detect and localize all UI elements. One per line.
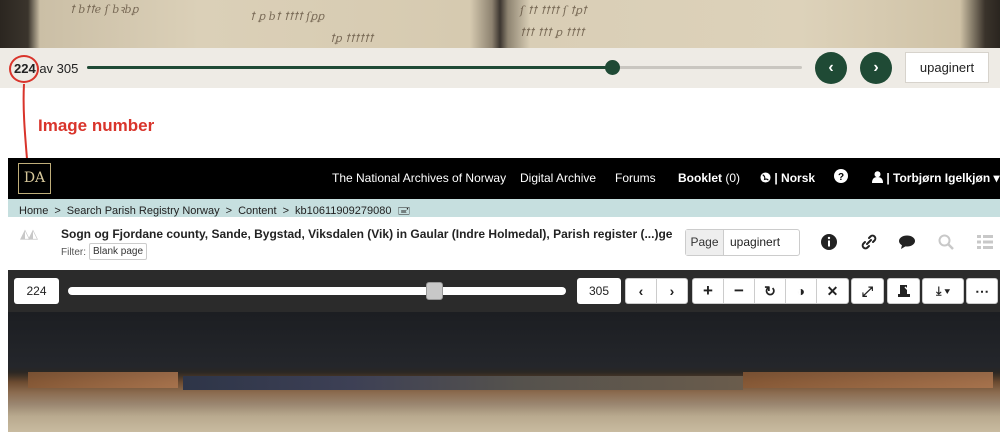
image-total-field: 305 bbox=[577, 278, 621, 304]
booklet-label: Booklet bbox=[678, 171, 723, 185]
info-icon[interactable] bbox=[820, 233, 838, 251]
stamp-button[interactable] bbox=[887, 278, 920, 304]
booklet-count: (0) bbox=[725, 171, 741, 185]
top-navigation: DA The National Archives of Norway Digit… bbox=[8, 158, 1000, 199]
help-icon[interactable]: ? bbox=[834, 169, 848, 186]
da-logo[interactable]: DA bbox=[18, 163, 51, 194]
breadcrumb-content[interactable]: Content bbox=[238, 205, 277, 217]
zoom-out-button[interactable]: − bbox=[723, 278, 755, 304]
stamp-icon bbox=[897, 285, 910, 297]
comment-icon[interactable] bbox=[898, 233, 916, 251]
page-field-value[interactable]: upaginert bbox=[730, 230, 780, 255]
page-field-label: Page bbox=[686, 230, 724, 255]
screenshot-canvas: ꝉ bꝉꝉe ſ bꝛbꝑ ꝉ ꝑ bꝉ ꝉꝉꝉꝉ ſꝑꝑ ꝉꝑ ꝉꝉꝉꝉꝉꝉ … bbox=[0, 0, 1000, 432]
rotate-button[interactable]: ↻ bbox=[754, 278, 786, 304]
breadcrumb-separator: > bbox=[54, 205, 61, 217]
download-button[interactable]: ⤓ ▾ bbox=[922, 278, 964, 304]
filter-label: Filter: bbox=[61, 247, 86, 258]
breadcrumb-home[interactable]: Home bbox=[19, 205, 48, 217]
prev-image-button[interactable]: ‹ bbox=[625, 278, 657, 304]
page-scan-bottom bbox=[8, 312, 1000, 432]
breadcrumb-search[interactable]: Search Parish Registry Norway bbox=[67, 205, 220, 217]
reset-button[interactable]: ✕ bbox=[816, 278, 849, 304]
breadcrumb: Home > Search Parish Registry Norway > Conte… bbox=[8, 199, 1000, 217]
breadcrumb-separator: > bbox=[282, 205, 290, 217]
next-image-button[interactable]: › bbox=[656, 278, 688, 304]
layers-icon: ◭◭ bbox=[20, 226, 38, 241]
scan-binding-strip bbox=[183, 376, 743, 390]
document-title: Sogn og Fjordane county, Sande, Bygstad,… bbox=[61, 227, 673, 241]
filter-chip[interactable]: Blank page bbox=[89, 243, 148, 260]
nav-digital-archive[interactable]: Digital Archive bbox=[520, 171, 596, 185]
svg-text:?: ? bbox=[838, 172, 844, 183]
scan-binding-right bbox=[743, 372, 993, 388]
nav-language[interactable]: | Norsk bbox=[760, 171, 815, 185]
user-icon bbox=[872, 171, 883, 183]
document-header: ◭◭ Sogn og Fjordane county, Sande, Bygst… bbox=[8, 217, 1000, 270]
user-name: | Torbjørn Igelkjøn bbox=[886, 171, 991, 185]
breadcrumb-id: kb10611909279080 bbox=[295, 205, 392, 217]
list-icon[interactable] bbox=[976, 233, 994, 251]
image-viewer-toolbar: 224 305 ‹ › + − ↻ ◑ ✕ ⤢ ⤓ ▾ ⋯ bbox=[8, 270, 1000, 312]
stamp-icon[interactable]: 🖃 bbox=[397, 205, 410, 217]
globe-icon bbox=[760, 172, 771, 183]
nav-national-archives[interactable]: The National Archives of Norway bbox=[332, 171, 506, 185]
nav-forums[interactable]: Forums bbox=[615, 171, 656, 185]
fullscreen-button[interactable]: ⤢ bbox=[851, 278, 884, 304]
page-field[interactable]: Page upaginert bbox=[685, 229, 800, 256]
search-icon[interactable] bbox=[937, 233, 955, 251]
nav-booklet[interactable]: Booklet (0) bbox=[678, 171, 740, 185]
zoom-in-button[interactable]: + bbox=[692, 278, 724, 304]
link-icon[interactable] bbox=[860, 233, 878, 251]
contrast-button[interactable]: ◑ bbox=[785, 278, 817, 304]
scan-binding-left bbox=[28, 372, 178, 388]
nav-user[interactable]: | Torbjørn Igelkjøn ▾ bbox=[872, 171, 1000, 185]
more-button[interactable]: ⋯ bbox=[966, 278, 998, 304]
breadcrumb-separator: > bbox=[225, 205, 233, 217]
image-slider-thumb[interactable] bbox=[425, 282, 443, 300]
caret-down-icon: ▾ bbox=[993, 171, 1000, 185]
image-slider[interactable] bbox=[68, 282, 566, 300]
image-number-field[interactable]: 224 bbox=[14, 278, 59, 304]
language-label: | Norsk bbox=[774, 171, 816, 185]
